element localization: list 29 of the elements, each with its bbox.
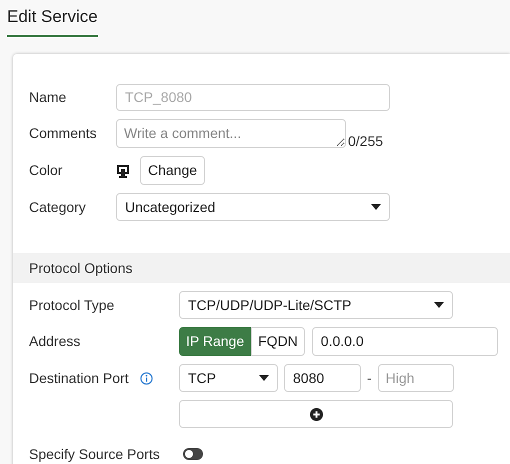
section-header: Protocol Options bbox=[13, 253, 510, 283]
page-title: Edit Service bbox=[7, 4, 98, 36]
caret-icon bbox=[259, 375, 269, 381]
protocol-type-select[interactable]: TCP/UDP/UDP-Lite/SCTP bbox=[179, 291, 453, 319]
toggle-switch[interactable] bbox=[183, 448, 203, 460]
monitor-icon bbox=[116, 164, 130, 178]
comment-field[interactable]: Write a comment... bbox=[116, 119, 346, 148]
segment-tab[interactable]: FQDN bbox=[251, 327, 305, 356]
field-label: Name bbox=[29, 88, 68, 107]
field-label: Color bbox=[29, 161, 64, 180]
low-port-field[interactable]: 8080 bbox=[284, 364, 361, 392]
field-label: Destination Port bbox=[29, 368, 129, 388]
high-port-field[interactable]: High bbox=[378, 364, 454, 392]
field-label: Comments bbox=[29, 124, 98, 143]
category-select[interactable]: Uncategorized bbox=[116, 193, 390, 221]
info-icon[interactable] bbox=[140, 372, 153, 384]
address-field[interactable]: 0.0.0.0 bbox=[312, 327, 498, 356]
plus-icon bbox=[310, 408, 322, 420]
field-label: Protocol Type bbox=[29, 296, 116, 315]
field-label: Category bbox=[29, 198, 87, 217]
field-label: Specify Source Ports bbox=[29, 445, 161, 464]
caret-icon bbox=[371, 204, 381, 210]
port-protocol-select[interactable]: TCP bbox=[179, 364, 278, 392]
character-counter: 0/255 bbox=[348, 132, 384, 151]
change-button[interactable]: Change bbox=[140, 156, 206, 185]
range-separator: - bbox=[367, 368, 372, 388]
segment-tab[interactable]: IP Range bbox=[179, 327, 252, 356]
caret-icon bbox=[434, 302, 444, 308]
field-label: Address bbox=[29, 332, 82, 351]
